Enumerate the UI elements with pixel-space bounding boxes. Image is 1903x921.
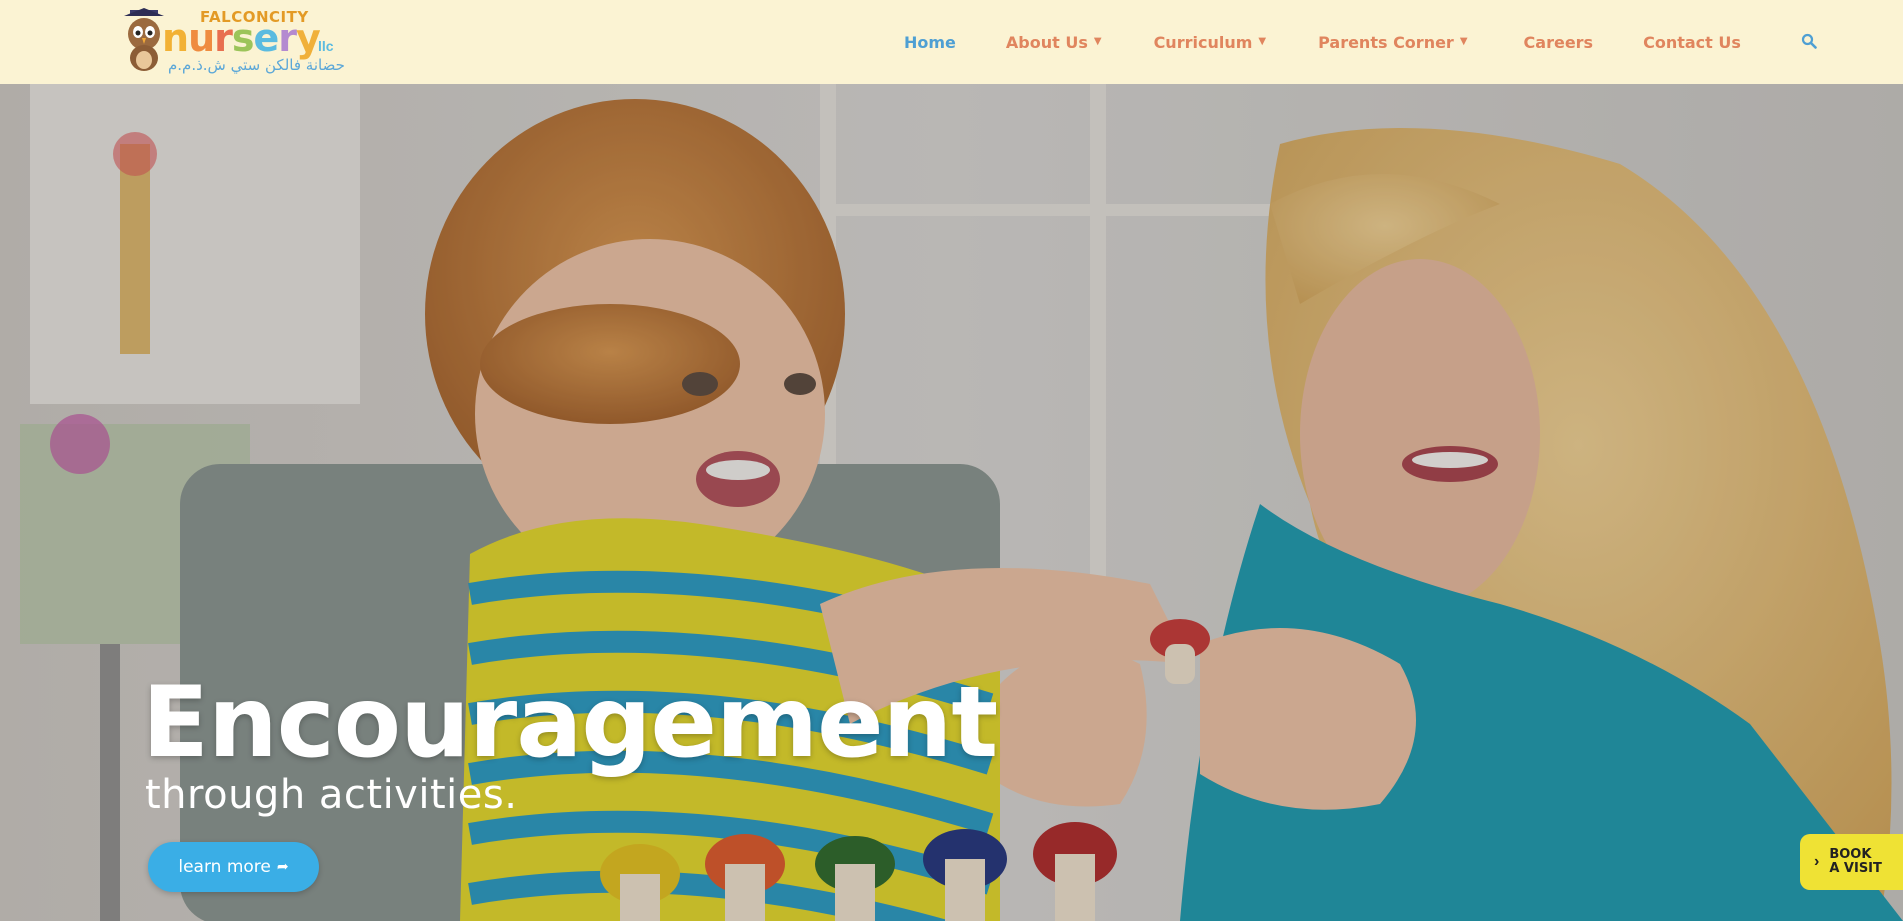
nav-label: Home — [904, 32, 956, 52]
logo-letter: y — [296, 16, 321, 60]
nav-label: Curriculum — [1153, 32, 1253, 52]
nav-label: Careers — [1523, 32, 1594, 52]
book-a-visit-button[interactable]: › BOOK A VISIT — [1800, 834, 1903, 890]
logo-letter: r — [214, 16, 233, 60]
book-a-visit-label: BOOK A VISIT — [1829, 848, 1882, 876]
hero-subtitle: through activities. — [145, 772, 518, 818]
nav-label: Contact Us — [1643, 32, 1741, 52]
learn-more-label: learn more — [178, 857, 271, 877]
nav-label: About Us — [1005, 32, 1088, 52]
learn-more-button[interactable]: learn more ➦ — [148, 842, 319, 892]
chevron-right-icon: › — [1814, 853, 1820, 870]
share-arrow-icon: ➦ — [276, 859, 289, 875]
main-nav: Home About Us ▼ Curriculum ▼ Parents Cor… — [904, 0, 1819, 84]
search-icon[interactable] — [1801, 33, 1819, 51]
site-header: FALCONCITY nursery llc حضانة فالكن ستي ش… — [0, 0, 1903, 84]
book-visit-line2: A VISIT — [1829, 861, 1882, 876]
falcon-mascot-icon — [124, 8, 164, 71]
nav-item-careers[interactable]: Careers — [1524, 0, 1594, 84]
logo-letter: r — [278, 16, 297, 60]
nav-item-parents-corner[interactable]: Parents Corner ▼ — [1318, 0, 1467, 84]
logo-letter: u — [188, 16, 215, 60]
nav-item-home[interactable]: Home — [904, 0, 956, 84]
logo-arabic-text: حضانة فالكن ستي ش.ذ.م.م — [168, 56, 345, 74]
book-visit-line1: BOOK — [1829, 847, 1872, 862]
chevron-down-icon: ▼ — [1459, 36, 1468, 47]
logo-letter: s — [231, 16, 255, 60]
hero-slider: Encouragement through activities. learn … — [0, 84, 1903, 921]
chevron-down-icon: ▼ — [1258, 36, 1267, 47]
hero-title: Encouragement — [142, 666, 998, 780]
nav-item-curriculum[interactable]: Curriculum ▼ — [1154, 0, 1267, 84]
logo-letter: n — [162, 16, 189, 60]
logo-wordmark: nursery — [162, 16, 321, 60]
logo-suffix: llc — [318, 38, 334, 54]
nav-item-contact-us[interactable]: Contact Us — [1643, 0, 1741, 84]
logo-letter: e — [253, 16, 280, 60]
chevron-down-icon: ▼ — [1093, 36, 1102, 47]
site-logo[interactable]: FALCONCITY nursery llc حضانة فالكن ستي ش… — [120, 6, 345, 78]
nav-item-about-us[interactable]: About Us ▼ — [1006, 0, 1102, 84]
nav-label: Parents Corner — [1318, 32, 1454, 52]
